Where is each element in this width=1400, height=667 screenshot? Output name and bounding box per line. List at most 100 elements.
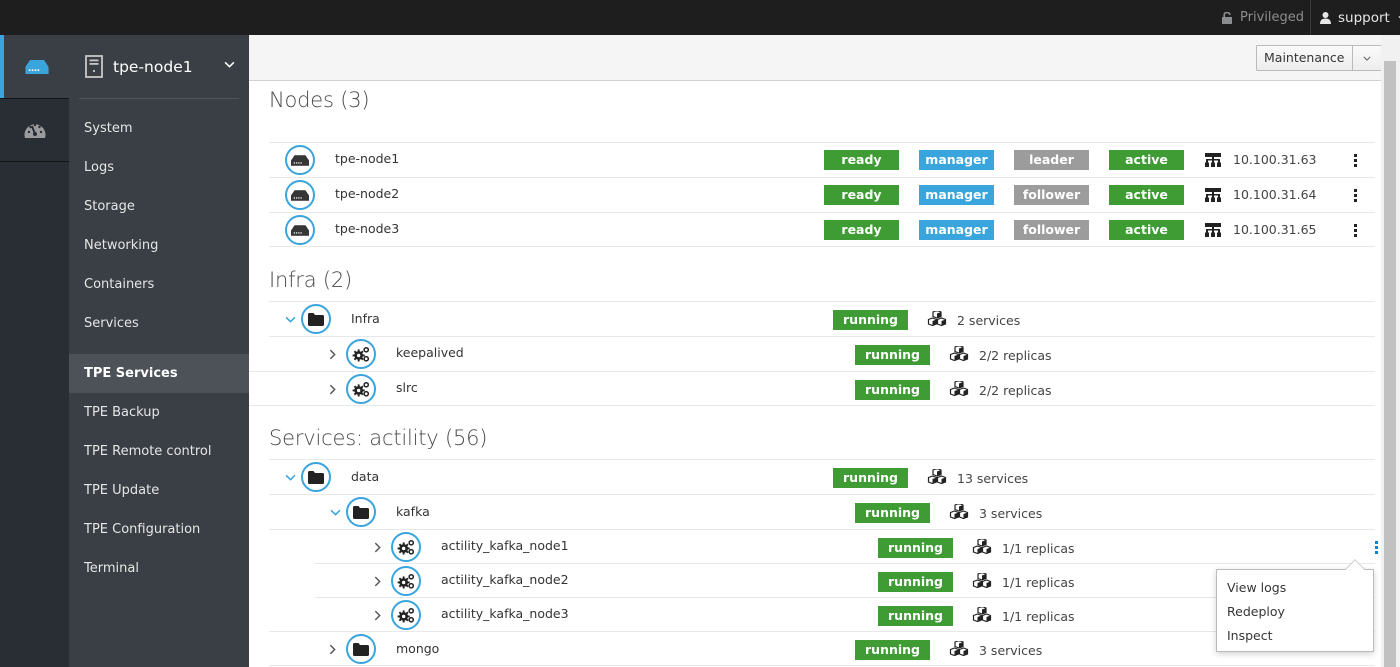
sidebar-item-containers[interactable]: Containers: [69, 265, 249, 304]
server-icon: [285, 145, 315, 175]
chevron-right-icon[interactable]: [371, 575, 383, 587]
sidebar-item-storage[interactable]: Storage: [69, 187, 249, 226]
topbar-divider: [1310, 0, 1311, 35]
sidebar-item-tpe-update[interactable]: TPE Update: [69, 471, 249, 510]
sidebar-item-logs[interactable]: Logs: [69, 148, 249, 187]
menu-item-view-logs[interactable]: View logs: [1217, 576, 1373, 600]
node-address: 10.100.31.63: [1205, 152, 1317, 167]
network-icon: [1205, 223, 1221, 237]
icon-rail: [0, 35, 69, 667]
service-name: actility_kafka_node2: [441, 572, 569, 587]
kebab-menu-icon[interactable]: [1349, 221, 1361, 239]
service-name: keepalived: [396, 345, 464, 360]
service-count-text: 3 services: [979, 642, 1043, 658]
main-content: Maintenance Nodes (3) tpe-node1 ready ma…: [249, 35, 1382, 667]
chevron-right-icon[interactable]: [326, 383, 338, 395]
service-row[interactable]: keepalived running 2/2 replicas: [269, 336, 1375, 371]
node-address: 10.100.31.65: [1205, 222, 1317, 237]
node-ip: 10.100.31.65: [1233, 222, 1317, 237]
service-name: actility_kafka_node1: [441, 538, 569, 553]
node-name: tpe-node3: [335, 221, 400, 236]
scrollbar[interactable]: [1381, 35, 1400, 667]
sidebar-item-networking[interactable]: Networking: [69, 226, 249, 265]
node-name: tpe-node1: [335, 151, 400, 166]
sidebar-item-tpe-configuration[interactable]: TPE Configuration: [69, 510, 249, 549]
menu-item-inspect[interactable]: Inspect: [1217, 624, 1373, 648]
kebab-menu-icon[interactable]: [1349, 151, 1361, 169]
privileged-toggle[interactable]: Privileged: [1222, 0, 1304, 35]
replica-count-text: 1/1 replicas: [1002, 608, 1075, 624]
folder-icon: [346, 634, 376, 664]
folder-icon: [301, 304, 331, 334]
chevron-down-icon[interactable]: [1353, 46, 1381, 70]
cogs-icon: [346, 339, 376, 369]
node-name: tpe-node2: [335, 186, 400, 201]
sidebar-item-terminal[interactable]: Terminal: [69, 549, 249, 588]
service-name: actility_kafka_node3: [441, 606, 569, 621]
cubes-icon: [927, 469, 947, 487]
toolbar: Maintenance: [249, 35, 1382, 81]
cubes-icon: [972, 607, 992, 625]
group-row-mongo[interactable]: mongo running 3 services: [269, 631, 1375, 666]
menu-item-redeploy[interactable]: Redeploy: [1217, 600, 1373, 624]
service-count: 3 services: [949, 504, 1042, 522]
service-row[interactable]: actility_kafka_node1 running 1/1 replica…: [269, 529, 1378, 564]
chevron-right-icon[interactable]: [326, 643, 338, 655]
maintenance-dropdown[interactable]: Maintenance: [1256, 45, 1382, 71]
rail-hosts[interactable]: [0, 35, 69, 98]
network-icon: [1205, 188, 1221, 202]
status-badge: running: [855, 640, 930, 660]
service-row[interactable]: slrc running 2/2 replicas: [249, 371, 1375, 406]
chevron-down-icon[interactable]: [329, 506, 341, 518]
node-row[interactable]: tpe-node3 ready manager follower active …: [269, 212, 1375, 247]
sidebar-item-system[interactable]: System: [69, 109, 249, 148]
node-status-badge: ready: [824, 150, 899, 170]
cubes-icon: [949, 641, 969, 659]
chevron-down-icon[interactable]: [284, 313, 296, 325]
chevron-right-icon[interactable]: [326, 348, 338, 360]
nodes-title: Nodes (3): [269, 88, 370, 112]
node-role-badge: manager: [919, 150, 994, 170]
node-leadership-badge: leader: [1014, 150, 1089, 170]
replica-count-text: 1/1 replicas: [1002, 574, 1075, 590]
rail-dashboard[interactable]: [0, 98, 69, 162]
server-icon: [285, 215, 315, 245]
status-badge: running: [878, 606, 953, 626]
service-name: slrc: [396, 380, 418, 395]
sidebar-item-tpe-backup[interactable]: TPE Backup: [69, 393, 249, 432]
kebab-menu-icon[interactable]: [1349, 186, 1361, 204]
folder-icon: [346, 497, 376, 527]
cubes-icon: [972, 539, 992, 557]
node-ip: 10.100.31.64: [1233, 187, 1317, 202]
group-row-infra[interactable]: Infra running 2 services: [269, 301, 1375, 336]
chevron-down-icon: [224, 61, 235, 68]
user-menu[interactable]: support: [1320, 0, 1400, 35]
divider: [79, 98, 239, 99]
status-badge: running: [833, 468, 908, 488]
cubes-icon: [927, 311, 947, 329]
chevron-right-icon[interactable]: [371, 609, 383, 621]
group-name: mongo: [396, 641, 440, 656]
sidebar-nav: System Logs Storage Networking Container…: [69, 109, 249, 588]
infra-title: Infra (2): [269, 268, 353, 292]
lock-icon: [1222, 11, 1232, 24]
group-name: Infra: [351, 311, 380, 326]
host-selector[interactable]: tpe-node1: [69, 35, 249, 98]
node-row[interactable]: tpe-node1 ready manager leader active 10…: [269, 142, 1375, 177]
node-leadership-badge: follower: [1014, 220, 1089, 240]
chevron-right-icon[interactable]: [371, 541, 383, 553]
service-count: 2 services: [927, 311, 1020, 329]
node-status-badge: ready: [824, 220, 899, 240]
sidebar-item-tpe-services[interactable]: TPE Services: [69, 354, 249, 393]
node-leadership-badge: follower: [1014, 185, 1089, 205]
node-row[interactable]: tpe-node2 ready manager follower active …: [269, 177, 1375, 212]
scrollbar-thumb[interactable]: [1384, 61, 1396, 667]
sidebar-item-services[interactable]: Services: [69, 304, 249, 343]
chevron-down-icon[interactable]: [284, 471, 296, 483]
group-row-kafka[interactable]: kafka running 3 services: [269, 494, 1375, 529]
group-row-data[interactable]: data running 13 services: [269, 459, 1375, 494]
group-name: data: [351, 469, 380, 484]
status-badge: running: [878, 538, 953, 558]
node-ip: 10.100.31.63: [1233, 152, 1317, 167]
sidebar-item-tpe-remote-control[interactable]: TPE Remote control: [69, 432, 249, 471]
